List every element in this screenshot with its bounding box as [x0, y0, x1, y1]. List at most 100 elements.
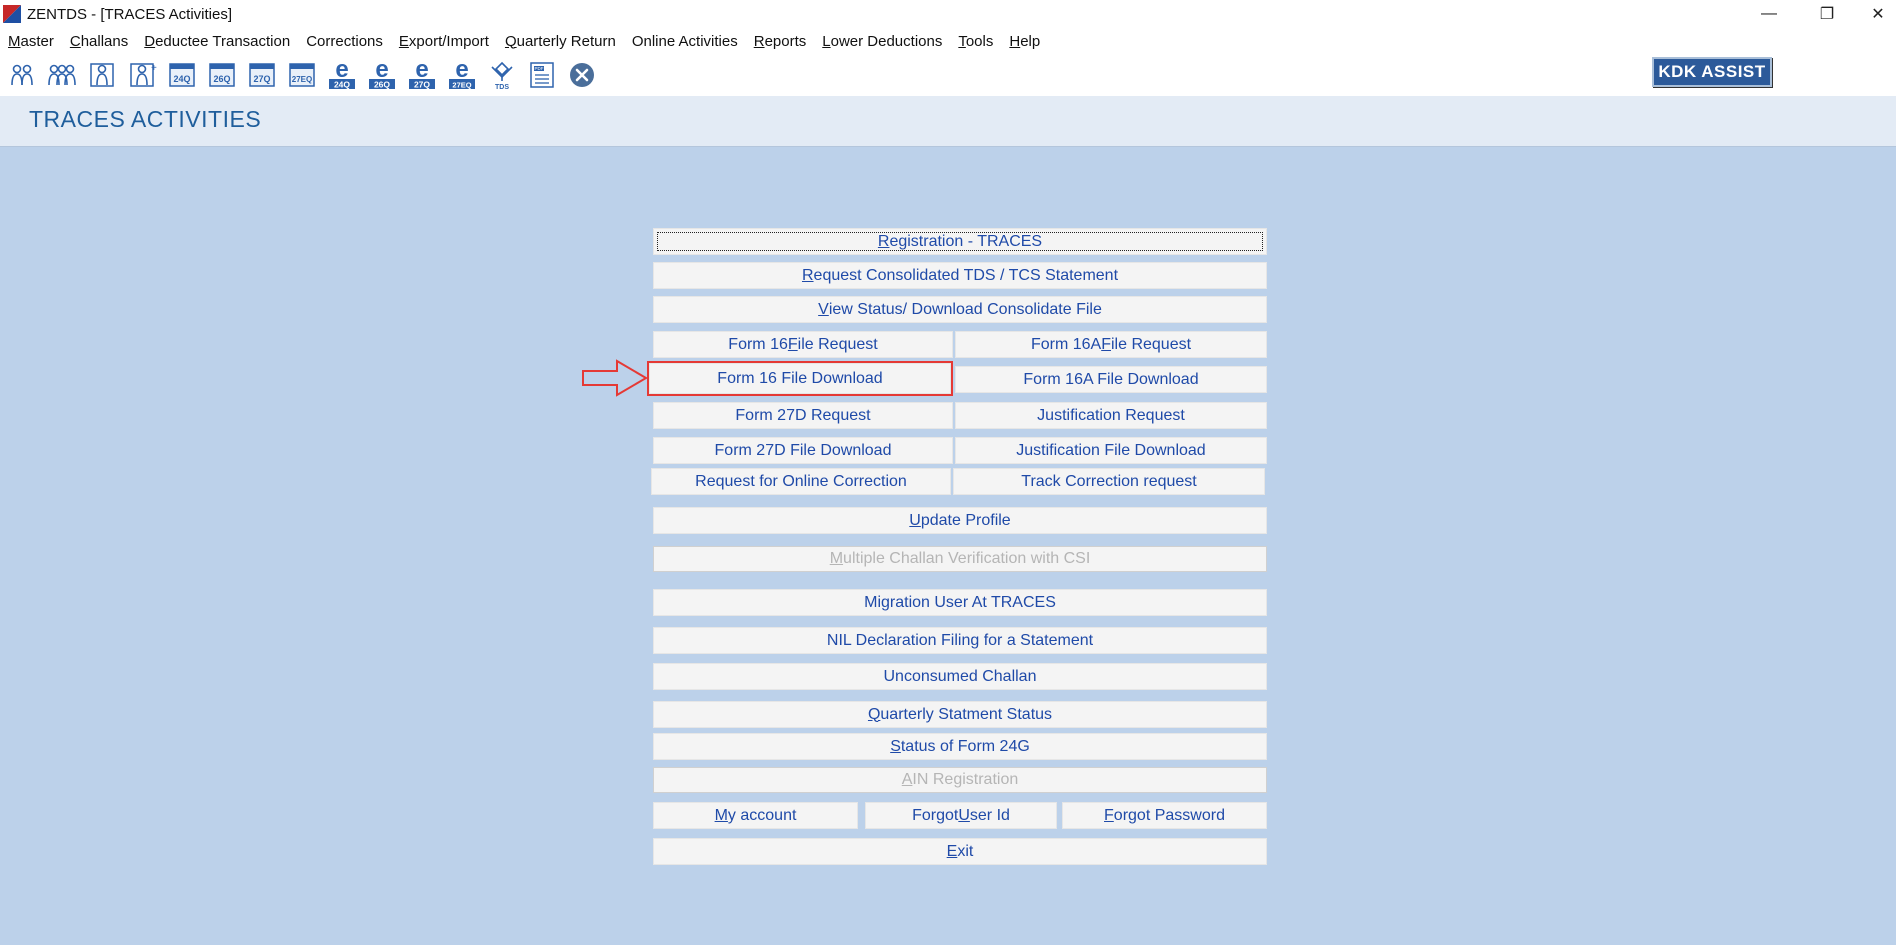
svg-text:TDS: TDS — [495, 84, 509, 91]
restore-icon[interactable]: ❐ — [1804, 0, 1850, 28]
app-logo-icon — [3, 5, 21, 23]
menu-quarterly-return[interactable]: Quarterly Return — [497, 33, 624, 50]
forgot-password-button[interactable]: Forgot Password — [1062, 802, 1267, 829]
label-text: eports — [764, 32, 807, 50]
multiple-challan-verification-button[interactable]: Multiple Challan Verification with CSI — [653, 546, 1267, 572]
unconsumed-challan-button[interactable]: Unconsumed Challan — [653, 663, 1267, 690]
label-text: orgot Password — [1113, 806, 1225, 824]
employee-add-icon[interactable]: + — [126, 59, 158, 91]
form-27eq-icon[interactable]: 27EQ — [286, 59, 318, 91]
toolbar: +24Q 26Q 27Q 27EQ e 24Q e 26Q e 27Q e 27EQ TDS PDF — [0, 54, 1896, 96]
label-text: tatus of Form 24G — [900, 737, 1030, 755]
mnemonic-letter: Q — [504, 32, 517, 50]
menu-challans[interactable]: Challans — [62, 33, 136, 50]
label-text: xport/Import — [408, 32, 489, 50]
form-27q-icon[interactable]: 27Q — [246, 59, 278, 91]
svg-text:+: + — [151, 63, 157, 74]
menu-deductee-transaction[interactable]: Deductee Transaction — [136, 33, 298, 50]
e-return-27q-icon[interactable]: e 27Q — [406, 59, 438, 91]
track-correction-request-button[interactable]: Track Correction request — [953, 468, 1265, 495]
request-consolidated-statement-button[interactable]: Request Consolidated TDS / TCS Statement — [653, 262, 1267, 289]
close-window-icon[interactable]: ✕ — [1860, 0, 1896, 28]
update-profile-button[interactable]: Update Profile — [653, 507, 1267, 534]
menu-export-import[interactable]: Export/Import — [391, 33, 497, 50]
menu-lower-deductions[interactable]: Lower Deductions — [814, 33, 950, 50]
menu-online-activities[interactable]: Online Activities — [624, 33, 746, 50]
pdf-report-icon[interactable]: PDF — [526, 59, 558, 91]
form-26q-icon[interactable]: 26Q — [206, 59, 238, 91]
highlight-box — [647, 361, 953, 396]
menu-corrections[interactable]: Corrections — [298, 33, 391, 50]
label-text: ultiple Challan Verification with CSI — [843, 550, 1091, 567]
quarterly-statement-status-button[interactable]: Quarterly Statment Status — [653, 701, 1267, 728]
nil-declaration-filing-button[interactable]: NIL Declaration Filing for a Statement — [653, 627, 1267, 654]
close-circle-icon[interactable] — [566, 59, 598, 91]
menu-reports[interactable]: Reports — [746, 33, 815, 50]
form16a-file-download-button[interactable]: Form 16A File Download — [955, 366, 1267, 393]
form27d-file-download-button[interactable]: Form 27D File Download — [653, 437, 953, 464]
label-text: ser Id — [969, 806, 1010, 824]
label-text: IN Registration — [912, 771, 1019, 788]
mnemonic-letter: D — [144, 32, 156, 50]
e-return-27eq-icon[interactable]: e 27EQ — [446, 59, 478, 91]
svg-text:27EQ: 27EQ — [292, 75, 312, 84]
form16-file-request-button[interactable]: Form 16 File Request — [653, 331, 953, 358]
mnemonic-letter: E — [398, 32, 409, 50]
svg-text:26Q: 26Q — [374, 80, 390, 90]
label-text: eductee Transaction — [155, 32, 291, 50]
mnemonic-letter: R — [753, 32, 765, 50]
label-text: ower Deductions — [830, 32, 943, 50]
mnemonic-letter: F — [1104, 806, 1114, 824]
minimize-icon[interactable]: — — [1746, 0, 1792, 28]
mnemonic-letter: U — [909, 511, 921, 529]
deductor-icon[interactable] — [6, 59, 38, 91]
form-24q-icon[interactable]: 24Q — [166, 59, 198, 91]
form16a-file-request-button[interactable]: Form 16A File Request — [955, 331, 1267, 358]
label-text: iew Status/ Download Consolidate File — [828, 300, 1102, 318]
menu-help[interactable]: Help — [1001, 33, 1048, 50]
label-text: Unconsumed Challan — [883, 667, 1037, 685]
employee-icon[interactable] — [86, 59, 118, 91]
label-text: Justification File Download — [1016, 441, 1206, 459]
exit-button[interactable]: Exit — [653, 838, 1267, 865]
label-text: uarterly Return — [516, 32, 616, 50]
page-title: TRACES ACTIVITIES — [29, 106, 262, 132]
ain-registration-button[interactable]: A IN Registration — [653, 767, 1267, 793]
window-title: ZENTDS - [TRACES Activities] — [27, 5, 233, 23]
kdk-assist-button[interactable]: KDK ASSIST — [1652, 57, 1772, 87]
form27d-request-button[interactable]: Form 27D Request — [653, 402, 953, 429]
label-text: Track Correction request — [1021, 472, 1197, 490]
label-text: uarterly Statment Status — [880, 705, 1053, 723]
justification-file-download-button[interactable]: Justification File Download — [955, 437, 1267, 464]
view-status-download-button[interactable]: View Status/ Download Consolidate File — [653, 296, 1267, 323]
label-text: ools — [965, 32, 994, 50]
label-text: elp — [1020, 32, 1041, 50]
label-text: xit — [957, 842, 974, 860]
mnemonic-letter: F — [1101, 335, 1111, 353]
pointer-arrow-icon — [582, 359, 648, 397]
mnemonic-letter: R — [801, 266, 814, 284]
deductees-icon[interactable] — [46, 59, 78, 91]
forgot-user-id-button[interactable]: Forgot User Id — [865, 802, 1057, 829]
justification-request-button[interactable]: Justification Request — [955, 402, 1267, 429]
menu-bar: Master Challans Deductee Transaction Correc… — [0, 28, 1896, 54]
registration-traces-button[interactable]: Registration - TRACES — [653, 228, 1267, 255]
label-text: Form 27D Request — [735, 406, 871, 424]
tds-icon[interactable]: TDS — [486, 59, 518, 91]
migration-user-button[interactable]: Migration User At TRACES — [653, 589, 1267, 616]
menu-master[interactable]: Master — [0, 33, 62, 50]
menu-tools[interactable]: Tools — [950, 33, 1001, 50]
mnemonic-letter: H — [1009, 32, 1021, 50]
svg-text:24Q: 24Q — [173, 74, 190, 84]
e-return-24q-icon[interactable]: e 24Q — [326, 59, 358, 91]
mnemonic-letter: M — [829, 550, 844, 567]
label-text: Form 27D File Download — [714, 441, 892, 459]
online-correction-request-button[interactable]: Request for Online Correction — [651, 468, 951, 495]
status-form-24g-button[interactable]: Status of Form 24G — [653, 733, 1267, 760]
label-text: aster — [20, 32, 54, 50]
e-return-26q-icon[interactable]: e 26Q — [366, 59, 398, 91]
my-account-button[interactable]: My account — [653, 802, 858, 829]
mnemonic-letter: Q — [867, 705, 881, 723]
svg-text:27Q: 27Q — [414, 80, 430, 90]
label-text: Request for Online Correction — [695, 472, 907, 490]
